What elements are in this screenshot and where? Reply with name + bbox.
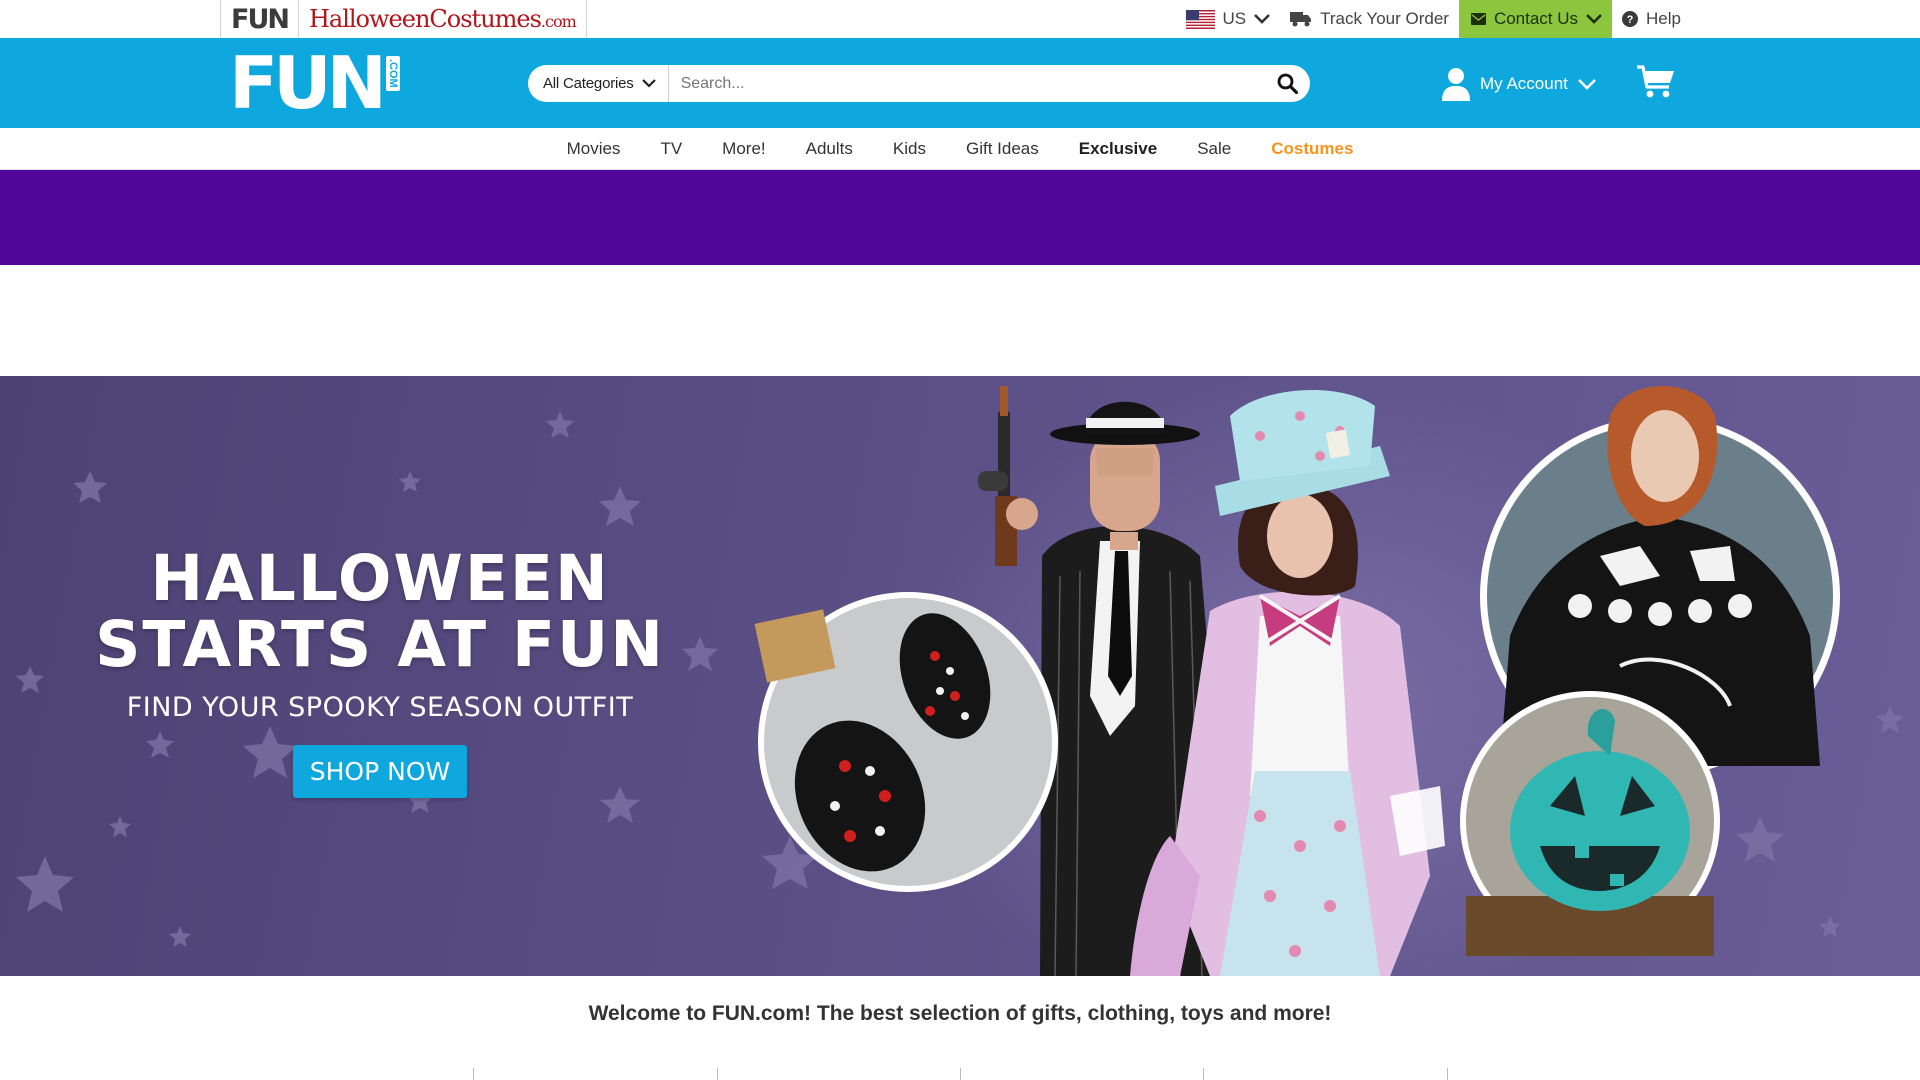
- section-dividers: [0, 1068, 1920, 1080]
- utility-links: US Track Your Order Contact Us ? Help: [1176, 0, 1692, 38]
- logo-suffix: .COM: [385, 56, 400, 91]
- slippers-product-circle: [754, 592, 1058, 892]
- track-order-link[interactable]: Track Your Order: [1280, 0, 1459, 38]
- nav-item-kids[interactable]: Kids: [873, 139, 946, 159]
- search-bar: All Categories: [528, 65, 1310, 102]
- hero-product-collage: [754, 376, 1840, 976]
- contact-us-label: Contact Us: [1493, 9, 1579, 28]
- hero-copy: HALLOWEEN STARTS AT FUN FIND YOUR SPOOKY…: [0, 546, 760, 798]
- hero-banner[interactable]: HALLOWEEN STARTS AT FUN FIND YOUR SPOOKY…: [0, 376, 1920, 976]
- chevron-down-icon: [1586, 14, 1602, 24]
- promo-banner[interactable]: [0, 170, 1920, 265]
- nav-item-sale[interactable]: Sale: [1177, 139, 1251, 159]
- nav-item-movies[interactable]: Movies: [547, 139, 641, 159]
- shop-now-button[interactable]: SHOP NOW: [292, 745, 468, 798]
- halloweencostumes-site-link[interactable]: HalloweenCostumes.com: [299, 0, 587, 38]
- hero-title-line-2: STARTS AT FUN: [95, 608, 665, 681]
- fun-mini-logo: FUN: [231, 3, 290, 35]
- my-account-menu[interactable]: My Account: [1442, 64, 1596, 104]
- divider-line: [473, 1068, 474, 1080]
- chevron-down-icon: [641, 79, 656, 88]
- user-icon: [1442, 68, 1470, 101]
- fun-logo[interactable]: FUN .COM: [229, 41, 400, 125]
- nav-item-tv[interactable]: TV: [640, 139, 702, 159]
- help-circle-icon: ?: [1622, 11, 1639, 27]
- hero-subtitle: FIND YOUR SPOOKY SEASON OUTFIT: [126, 692, 634, 723]
- halloweencostumes-logo-tld: .com: [540, 12, 577, 31]
- fun-site-link[interactable]: FUN: [221, 0, 299, 38]
- chevron-down-icon: [1254, 14, 1271, 24]
- nav-item-gift-ideas[interactable]: Gift Ideas: [946, 139, 1059, 159]
- hero-title: HALLOWEEN STARTS AT FUN: [0, 546, 760, 678]
- divider-line: [1203, 1068, 1204, 1080]
- hero-title-line-1: HALLOWEEN: [150, 542, 610, 615]
- nav-item-exclusive[interactable]: Exclusive: [1059, 139, 1177, 159]
- envelope-icon: [1470, 13, 1486, 25]
- divider-line: [960, 1068, 961, 1080]
- category-nav: Movies TV More! Adults Kids Gift Ideas E…: [0, 128, 1920, 170]
- pumpkin-product-circle: [1460, 691, 1720, 956]
- nav-item-costumes[interactable]: Costumes: [1251, 139, 1373, 159]
- my-account-label: My Account: [1480, 74, 1568, 93]
- cart-button[interactable]: [1636, 64, 1676, 104]
- main-header: FUN .COM All Categories My Account: [0, 38, 1920, 128]
- logo-text: FUN: [229, 41, 387, 125]
- help-link[interactable]: ? Help: [1612, 0, 1691, 38]
- search-icon: [1277, 73, 1298, 94]
- halloweencostumes-logo-name: HalloweenCostumes: [308, 5, 542, 33]
- utility-bar: FUN HalloweenCostumes.com US Track Your …: [0, 0, 1920, 38]
- help-label: Help: [1646, 9, 1681, 28]
- category-select[interactable]: All Categories: [528, 65, 669, 102]
- halloweencostumes-logo: HalloweenCostumes.com: [308, 5, 577, 33]
- svg-text:?: ?: [1627, 14, 1634, 26]
- category-select-label: All Categories: [543, 75, 634, 92]
- search-input[interactable]: [668, 65, 1264, 102]
- sister-sites: FUN HalloweenCostumes.com: [220, 0, 587, 38]
- search-button[interactable]: [1264, 65, 1310, 102]
- region-label: US: [1222, 9, 1247, 28]
- contact-us-button[interactable]: Contact Us: [1458, 0, 1613, 38]
- divider-line: [717, 1068, 718, 1080]
- track-order-label: Track Your Order: [1320, 9, 1449, 28]
- nav-item-more[interactable]: More!: [702, 139, 785, 159]
- welcome-message: Welcome to FUN.com! The best selection o…: [588, 1002, 1332, 1025]
- us-flag-icon: [1185, 9, 1215, 29]
- nav-item-adults[interactable]: Adults: [786, 139, 873, 159]
- region-selector[interactable]: US: [1176, 0, 1281, 38]
- divider-line: [1447, 1068, 1448, 1080]
- truck-icon: [1290, 12, 1312, 27]
- cart-icon: [1637, 65, 1674, 98]
- chevron-down-icon: [1577, 78, 1596, 90]
